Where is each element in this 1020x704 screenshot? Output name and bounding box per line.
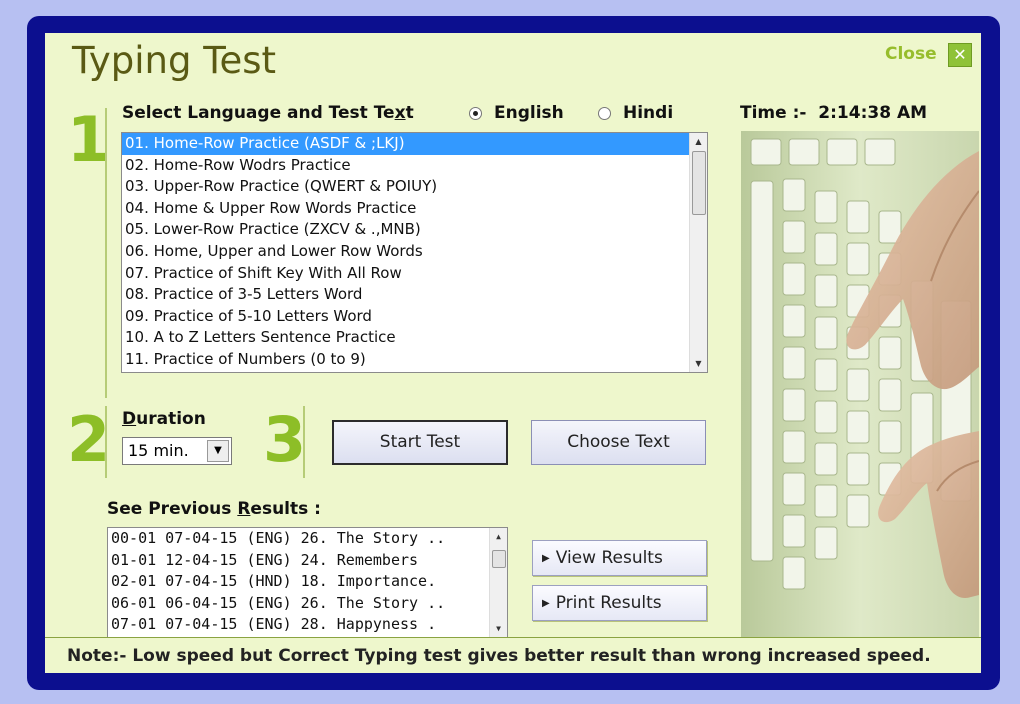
step-number-2: 2: [67, 403, 111, 476]
previous-results-label: See Previous Results :: [107, 499, 321, 519]
list-item[interactable]: 07. Practice of Shift Key With All Row: [122, 263, 707, 285]
result-row[interactable]: 00-01 07-04-15 (ENG) 26. The Story ..: [108, 528, 507, 550]
list-item[interactable]: 09. Practice of 5-10 Letters Word: [122, 306, 707, 328]
list-item[interactable]: 05. Lower-Row Practice (ZXCV & .,MNB): [122, 219, 707, 241]
keyboard-illustration: [741, 131, 979, 637]
scroll-down-icon[interactable]: ▼: [690, 355, 707, 372]
radio-hindi-indicator[interactable]: [598, 106, 611, 120]
page-title: Typing Test: [72, 39, 277, 82]
print-results-button[interactable]: ▶ Print Results: [532, 585, 707, 621]
radio-hindi-label: Hindi: [623, 103, 674, 123]
list-item[interactable]: 03. Upper-Row Practice (QWERT & POIUY): [122, 176, 707, 198]
list-item[interactable]: 06. Home, Upper and Lower Row Words: [122, 241, 707, 263]
view-results-button[interactable]: ▶ View Results: [532, 540, 707, 576]
footer-note: Note:- Low speed but Correct Typing test…: [45, 637, 981, 673]
results-rows: 00-01 07-04-15 (ENG) 26. The Story .. 01…: [108, 528, 507, 636]
radio-english-label: English: [494, 103, 564, 123]
triangle-right-icon: ▶: [542, 553, 550, 564]
language-section-label: Select Language and Test Text: [122, 103, 414, 123]
close-link[interactable]: Close: [885, 44, 937, 64]
section-divider: [303, 406, 305, 478]
radio-english[interactable]: English: [469, 103, 564, 123]
result-row[interactable]: 02-01 07-04-15 (HND) 18. Importance.: [108, 571, 507, 593]
step-number-3: 3: [263, 403, 307, 476]
start-test-button[interactable]: Start Test: [332, 420, 508, 465]
radio-hindi[interactable]: Hindi: [598, 103, 673, 123]
results-scrollbar[interactable]: ▲ ▼: [489, 528, 507, 637]
choose-text-button[interactable]: Choose Text: [531, 420, 706, 465]
scroll-thumb[interactable]: [692, 151, 706, 215]
duration-label: Duration: [122, 409, 206, 429]
list-item[interactable]: 01. Home-Row Practice (ASDF & ;LKJ): [122, 133, 707, 155]
duration-select[interactable]: 15 min. ▼: [122, 437, 232, 465]
radio-english-indicator[interactable]: [469, 106, 482, 120]
list-item[interactable]: 10. A to Z Letters Sentence Practice: [122, 327, 707, 349]
print-results-label: Print Results: [555, 593, 662, 613]
duration-value: 15 min.: [128, 441, 189, 460]
list-item[interactable]: 08. Practice of 3-5 Letters Word: [122, 284, 707, 306]
test-list-items: 01. Home-Row Practice (ASDF & ;LKJ) 02. …: [122, 133, 707, 371]
result-row[interactable]: 07-01 07-04-15 (ENG) 28. Happyness .: [108, 614, 507, 636]
list-item[interactable]: 02. Home-Row Wodrs Practice: [122, 155, 707, 177]
triangle-right-icon: ▶: [542, 598, 550, 609]
close-icon[interactable]: ✕: [948, 43, 972, 67]
main-panel: Typing Test Close ✕ 1 Select Language an…: [45, 33, 981, 673]
scroll-up-icon[interactable]: ▲: [690, 133, 707, 150]
time-value: 2:14:38 AM: [818, 103, 928, 123]
test-text-list[interactable]: 01. Home-Row Practice (ASDF & ;LKJ) 02. …: [121, 132, 708, 373]
scroll-thumb[interactable]: [492, 550, 506, 568]
test-list-scrollbar[interactable]: ▲ ▼: [689, 133, 707, 372]
chevron-down-icon[interactable]: ▼: [207, 440, 229, 462]
step-number-1: 1: [67, 103, 111, 176]
view-results-label: View Results: [555, 548, 663, 568]
result-row[interactable]: 01-01 12-04-15 (ENG) 24. Remembers: [108, 550, 507, 572]
scroll-down-icon[interactable]: ▼: [490, 620, 507, 637]
scroll-up-icon[interactable]: ▲: [490, 528, 507, 545]
keyboard-hands-image: [741, 131, 979, 637]
section-divider: [105, 108, 107, 398]
list-item[interactable]: 11. Practice of Numbers (0 to 9): [122, 349, 707, 371]
time-display: Time :- 2:14:38 AM: [740, 103, 928, 123]
result-row[interactable]: 06-01 06-04-15 (ENG) 26. The Story ..: [108, 593, 507, 615]
list-item[interactable]: 04. Home & Upper Row Words Practice: [122, 198, 707, 220]
section-divider: [105, 406, 107, 478]
previous-results-list[interactable]: 00-01 07-04-15 (ENG) 26. The Story .. 01…: [107, 527, 508, 638]
